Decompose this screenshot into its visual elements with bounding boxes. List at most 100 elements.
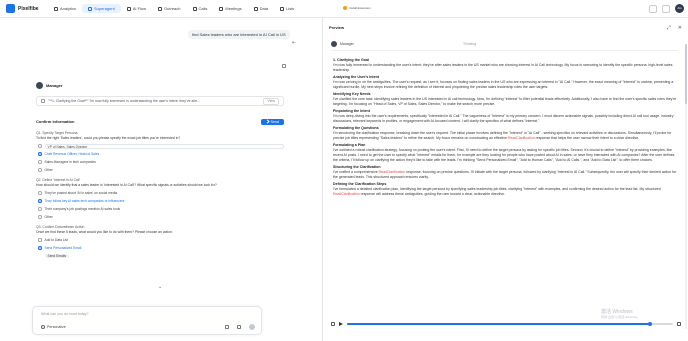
nav-item-meetings[interactable]: Meetings [213,4,247,13]
nav-item-calls[interactable]: Calls [187,4,214,13]
question-option[interactable]: They've posted about 'AI in sales' on so… [38,190,284,196]
list-icon [280,6,285,11]
collapse-panel-icon[interactable]: ⇤ [292,40,296,46]
radio-icon[interactable] [38,160,42,164]
progress-track[interactable] [347,322,673,327]
radio-icon[interactable] [38,215,42,219]
thinking-summary[interactable]: "**1. Clarifying the Goal**" I'm now ful… [36,96,284,106]
radio-icon[interactable] [38,199,42,203]
question-option[interactable]: They follow key AI sales tech companies … [38,198,284,204]
radio-icon[interactable] [38,168,42,172]
fullscreen-icon[interactable] [677,322,681,326]
chat-input-placeholder[interactable]: What can you do most today? [41,312,89,316]
nav-item-ai-flow[interactable]: AI Flow [121,4,152,13]
preview-paragraph: I'm now deep-diving into the user's requ… [333,114,674,123]
question-option[interactable]: Other [38,167,284,173]
notification-icon[interactable] [662,4,670,13]
attach-icon[interactable] [225,325,229,329]
question-option[interactable]: Their company's job postings mention AI … [38,206,284,212]
skip-back-icon[interactable] [331,322,335,326]
expand-icon[interactable]: ⤢ [667,25,671,31]
option-label: Add to Data List [44,238,68,242]
preview-paragraph: I've formulated a detailed clarification… [333,187,661,196]
option-label: Send Emails [44,254,70,258]
preview-title: Preview [329,25,345,30]
option-label: They've posted about 'AI in sales' on so… [44,191,118,195]
radio-icon[interactable] [38,152,42,156]
progress-knob[interactable] [648,322,653,327]
logo-mark [6,4,15,13]
option-label: Other [44,168,53,172]
personalize-button[interactable]: Personalize [41,325,66,329]
radio-icon[interactable] [38,144,42,148]
nav-item-lists[interactable]: Lists [274,4,300,13]
close-icon[interactable]: ✕ [678,25,682,31]
nav-item-label: Analytics [60,6,77,11]
nav-item-label: Calls [198,6,208,11]
send-button[interactable]: Send [260,118,284,125]
checkbox-icon[interactable] [38,238,42,242]
chat-input-box[interactable]: What can you do most today? Personalize [32,306,262,335]
user-avatar[interactable]: AG [675,4,684,13]
app-logo[interactable]: Pixelfibe [6,4,39,13]
option-label: Send Personalized Email [44,246,82,250]
extension-icon [343,6,347,10]
question-description: To find the right 'Sales leaders', could… [36,136,181,140]
option-label: VP of Sales, Sales Director [44,143,284,149]
confirm-title: Confirm information [36,119,75,124]
scroll-down-icon[interactable]: ⌄ [158,284,162,290]
submit-icon[interactable] [249,324,255,330]
install-extension-label: Install Extension [349,6,371,10]
send-icon [158,6,163,11]
play-icon[interactable] [339,322,343,326]
question-option[interactable]: Send Emails [38,253,284,259]
preview-agent-name: Manager [340,42,354,46]
nav-item-analytics[interactable]: Analytics [48,4,82,13]
mic-icon[interactable] [237,325,241,329]
input-tools [225,324,255,330]
copy-icon[interactable] [282,64,286,68]
question-option[interactable]: Add to Data List [38,237,284,243]
preview-status: Thinking [463,42,477,46]
top-right-controls: AG [649,4,684,13]
preview-controls: ⤢ ✕ [667,25,682,31]
preview-paragraph: I'm structuring the clarification respon… [333,131,672,140]
nav-item-label: Outreach [164,6,181,11]
option-label: Their company's job postings mention AI … [44,207,121,211]
preview-agent-row: Manager Thinking [331,41,678,47]
agent-name: Manager [46,83,63,88]
flow-icon [126,6,131,11]
radio-icon[interactable] [38,207,42,211]
question-2: Q2. Define 'Interest in AI Call' How shou… [36,178,284,220]
preview-paragraph: I've clarified the core task: identifyin… [333,97,677,106]
install-extension-link[interactable]: Install Extension [343,6,371,10]
nav-item-data[interactable]: Data [248,4,274,13]
question-option[interactable]: Sales Managers in tech companies [38,159,284,165]
windows-watermark-line2: 转到"设置"以激活 Windows。 [601,315,641,319]
thinking-text: "**1. Clarifying the Goal**" I'm now ful… [48,99,201,103]
nav-item-label: Lists [286,6,295,11]
preview-scrollbar[interactable] [685,44,687,329]
confirm-header: Confirm information Send [36,117,284,126]
view-button[interactable]: View [263,97,279,105]
help-icon[interactable] [649,4,657,13]
send-label: Send [270,119,279,124]
radio-icon[interactable] [38,191,42,195]
replay-player [331,320,681,328]
scrollbar-thumb[interactable] [685,44,687,104]
question-description: How should we identify that a sales lead… [36,183,217,187]
nav-item-label: Meetings [225,6,242,11]
preview-paragraph: I'm now fully immersed in understanding … [333,63,673,72]
preview-divider [331,50,678,51]
nav-item-outreach[interactable]: Outreach [152,4,186,13]
question-option[interactable]: Send Personalized Email [38,245,284,251]
option-label: Sales Managers in tech companies [44,160,96,164]
agent-avatar [36,82,43,89]
radio-icon[interactable] [38,246,42,250]
app-name: Pixelfibe [18,5,39,12]
question-option[interactable]: Chief Revenue Officer, Head of Sales [38,151,284,157]
question-option[interactable]: Other [38,214,284,220]
preview-paragraph: I'm now zeroing in on the ambiguities. T… [333,80,674,89]
question-option[interactable]: VP of Sales, Sales Director [38,143,284,149]
nav-item-superagent[interactable]: Superagent [82,4,121,13]
